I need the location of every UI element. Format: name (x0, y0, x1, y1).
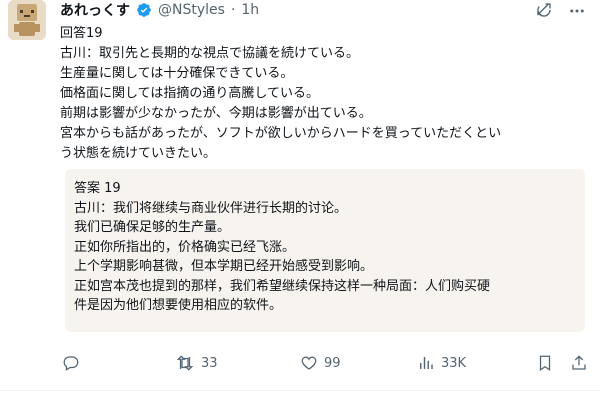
retweet-icon (175, 354, 195, 372)
like-count: 99 (324, 355, 341, 371)
post-header: あれっくす @NStyles · 1h (60, 0, 259, 20)
translation-line: 件是因为他们想要使用相应的软件。 (74, 298, 283, 313)
views-count: 33K (441, 355, 467, 371)
like-icon (300, 354, 318, 372)
like-button[interactable]: 99 (300, 354, 341, 372)
more-icon[interactable] (568, 2, 586, 24)
translation-line: 古川：我们将继续与商业伙伴进行长期的讨论。 (74, 200, 348, 216)
bookmark-icon (536, 354, 554, 372)
views-icon (417, 354, 435, 372)
translation-line: 答案 19 (74, 181, 121, 196)
post-divider (0, 390, 600, 391)
handle[interactable]: @NStyles (158, 2, 225, 18)
bookmark-button[interactable] (536, 354, 554, 372)
grok-icon[interactable] (535, 1, 553, 23)
separator-dot: · (230, 2, 236, 18)
post-text: 回答19 古川：取引先と長期的な視点で協議を続けている。 生産量に関しては十分確… (60, 24, 592, 164)
retweet-button[interactable]: 33 (175, 354, 218, 372)
post-line: 古川：取引先と長期的な視点で協議を続けている。 (60, 46, 360, 61)
post-line: う状態を続けていきたい。 (60, 146, 217, 161)
post-line: 前期は影響が少なかったが、今期は影響が出ている。 (60, 106, 372, 121)
share-icon (570, 354, 588, 372)
translation-line: 我们已确保足够的生产量。 (74, 220, 231, 235)
reply-button[interactable] (62, 354, 80, 372)
display-name[interactable]: あれっくす (60, 0, 130, 20)
timestamp[interactable]: 1h (241, 2, 259, 18)
action-bar: 33 99 33K (60, 354, 590, 376)
translation-line: 正如你所指出的，价格确实已经飞涨。 (74, 239, 296, 255)
post-line: 回答19 (60, 26, 103, 41)
post-line: 宮本からも話があったが、ソフトが欲しいからハードを買っていただくとい (60, 126, 502, 141)
retweet-count: 33 (201, 355, 218, 371)
post-line: 価格面に関しては指摘の通り高騰している。 (60, 86, 319, 101)
verified-badge-icon (136, 2, 152, 18)
reply-icon (62, 354, 80, 372)
avatar[interactable] (8, 0, 46, 40)
translation-box: 答案 19 古川：我们将继续与商业伙伴进行长期的讨论。 我们已确保足够的生产量。… (65, 169, 585, 332)
translation-line: 正如宫本茂也提到的那样，我们希望继续保持这样一种局面：人们购买硬 (74, 278, 491, 294)
translation-line: 上个学期影响甚微，但本学期已经开始感受到影响。 (74, 259, 374, 274)
post-line: 生産量に関しては十分確保できている。 (60, 66, 294, 81)
share-button[interactable] (570, 354, 588, 372)
views-button[interactable]: 33K (417, 354, 466, 372)
